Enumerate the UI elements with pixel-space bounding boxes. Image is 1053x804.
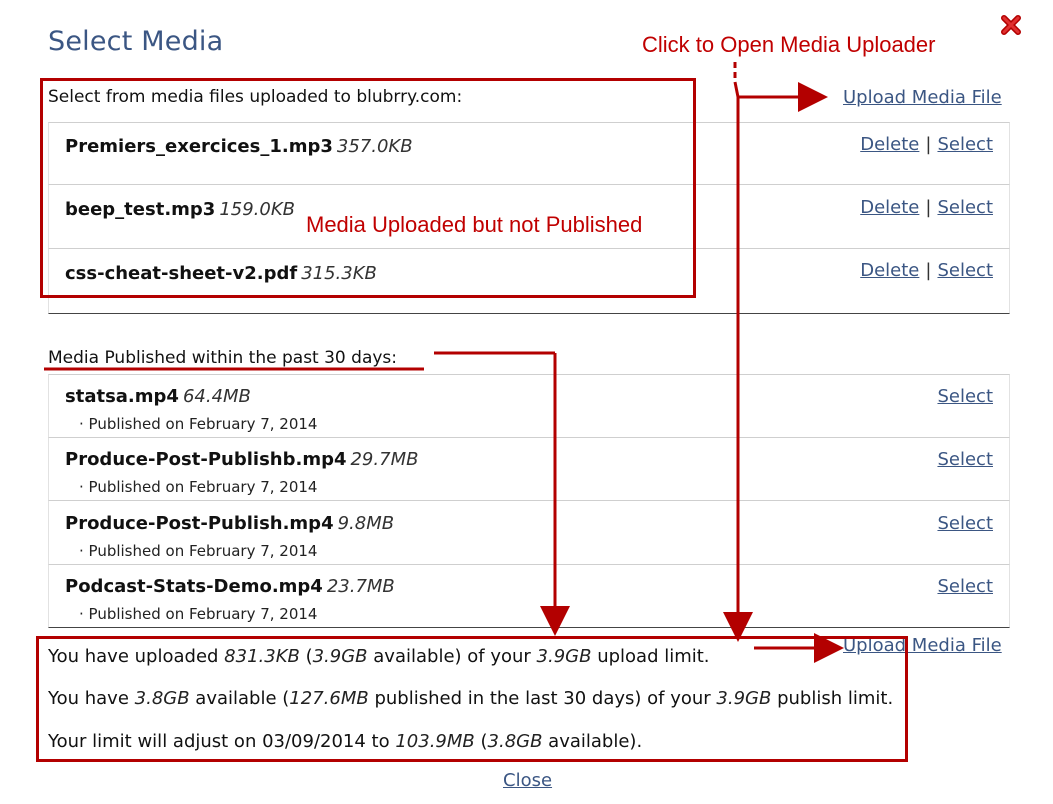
annotation-line	[733, 81, 740, 98]
annotation-arrows	[44, 62, 844, 663]
